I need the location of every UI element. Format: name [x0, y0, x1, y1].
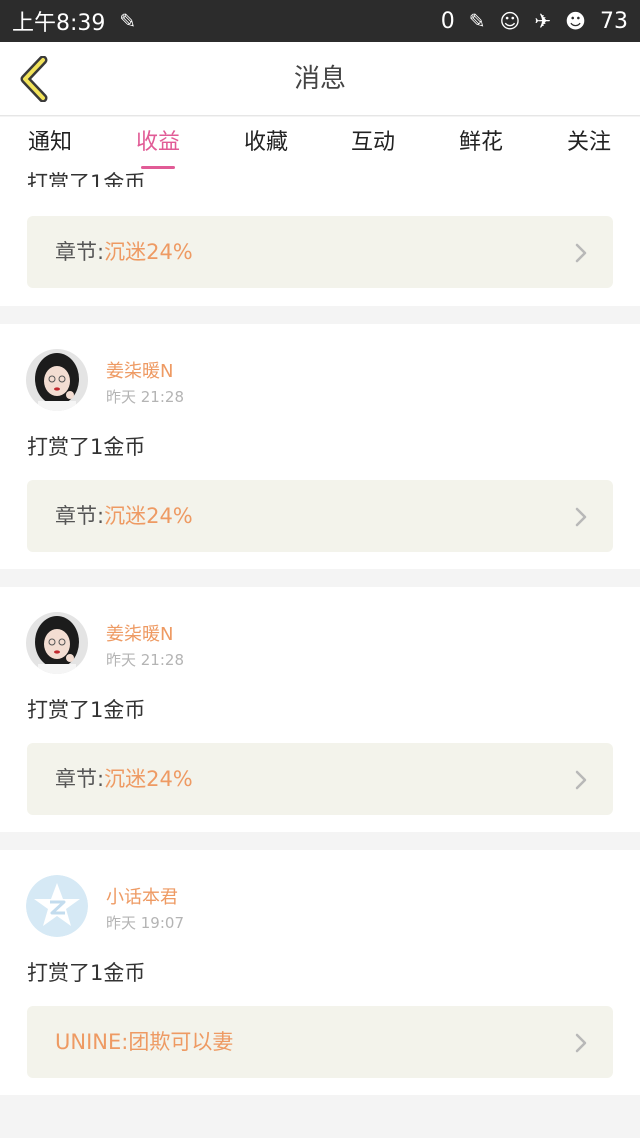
status-left: 上午8:39 ✎	[12, 5, 136, 37]
active-tab-indicator	[141, 166, 175, 169]
tab-favorites[interactable]: 收藏	[226, 117, 306, 171]
page-title: 消息	[293, 64, 346, 94]
tab-following[interactable]: 关注	[549, 117, 629, 171]
chapter-link[interactable]: UNINE:团欺可以妻	[27, 1006, 613, 1078]
tab-flowers[interactable]: 鲜花	[441, 117, 521, 171]
chapter-link[interactable]: 章节:沉迷24%	[27, 480, 613, 552]
chapter-label: 章节:	[55, 504, 105, 528]
chapter-value: 团欺可以妻	[128, 1030, 234, 1054]
brush-icon: ✎	[119, 9, 137, 33]
chevron-right-icon	[575, 243, 587, 263]
brush-icon: ✎	[468, 9, 486, 33]
tab-label: 鲜花	[458, 130, 503, 155]
avatar[interactable]	[26, 349, 88, 411]
chapter-value: 沉迷24%	[104, 240, 193, 264]
star-avatar-icon	[26, 875, 88, 937]
tab-label: 通知	[27, 130, 72, 155]
avatar[interactable]	[26, 612, 88, 674]
avatar-image	[26, 612, 88, 674]
tiger-icon: ☻	[565, 9, 586, 33]
username[interactable]: 姜柒暖N	[106, 357, 173, 383]
message-card: 打赏了1金币 章节:沉迷24%	[0, 171, 640, 306]
chevron-right-icon	[575, 507, 587, 527]
notification-count: 0	[440, 8, 455, 34]
message-text: 打赏了1金币	[27, 435, 146, 459]
tab-label: 收益	[135, 130, 180, 155]
status-time: 上午8:39	[12, 11, 106, 36]
timestamp: 昨天 21:28	[106, 388, 184, 406]
status-bar: 上午8:39 ✎ 0 ✎ ☺ ✈ ☻ 73	[0, 0, 640, 42]
avatar[interactable]	[26, 875, 88, 937]
message-card: 小话本君 昨天 19:07 打赏了1金币 UNINE:团欺可以妻	[0, 850, 640, 1095]
tab-notifications[interactable]: 通知	[10, 117, 90, 171]
timestamp: 昨天 21:28	[106, 651, 184, 669]
app-header: 消息	[0, 42, 640, 116]
message-text: 打赏了1金币	[27, 171, 146, 187]
face-icon: ☺	[499, 9, 521, 33]
username[interactable]: 小话本君	[106, 883, 178, 909]
battery-level: 73	[600, 8, 628, 34]
message-text: 打赏了1金币	[27, 698, 146, 722]
chapter-label: 章节:	[55, 767, 105, 791]
tab-label: 互动	[350, 130, 395, 155]
status-right: 0 ✎ ☺ ✈ ☻ 73	[441, 9, 628, 34]
tab-interactions[interactable]: 互动	[333, 117, 413, 171]
tab-label: 关注	[566, 130, 611, 155]
chapter-label: 章节:	[55, 240, 105, 264]
chevron-right-icon	[575, 770, 587, 790]
chevron-right-icon	[575, 1033, 587, 1053]
timestamp: 昨天 19:07	[106, 914, 184, 932]
message-card: 姜柒暖N 昨天 21:28 打赏了1金币 章节:沉迷24%	[0, 587, 640, 832]
tab-bar: 通知 收益 收藏 互动 鲜花 关注	[0, 117, 640, 171]
wings-icon: ✈	[534, 9, 552, 33]
chapter-link[interactable]: 章节:沉迷24%	[27, 216, 613, 288]
chapter-value: 沉迷24%	[104, 504, 193, 528]
chapter-label: UNINE:	[55, 1030, 129, 1054]
message-text: 打赏了1金币	[27, 961, 146, 985]
tab-label: 收藏	[243, 130, 288, 155]
username[interactable]: 姜柒暖N	[106, 620, 173, 646]
chapter-value: 沉迷24%	[104, 767, 193, 791]
tab-earnings[interactable]: 收益	[118, 117, 198, 171]
message-feed[interactable]: 打赏了1金币 章节:沉迷24% 姜柒暖N 昨天 21:28 打赏了1金币 章节:…	[0, 171, 640, 1138]
avatar-image	[26, 349, 88, 411]
chapter-link[interactable]: 章节:沉迷24%	[27, 743, 613, 815]
message-card: 姜柒暖N 昨天 21:28 打赏了1金币 章节:沉迷24%	[0, 324, 640, 569]
